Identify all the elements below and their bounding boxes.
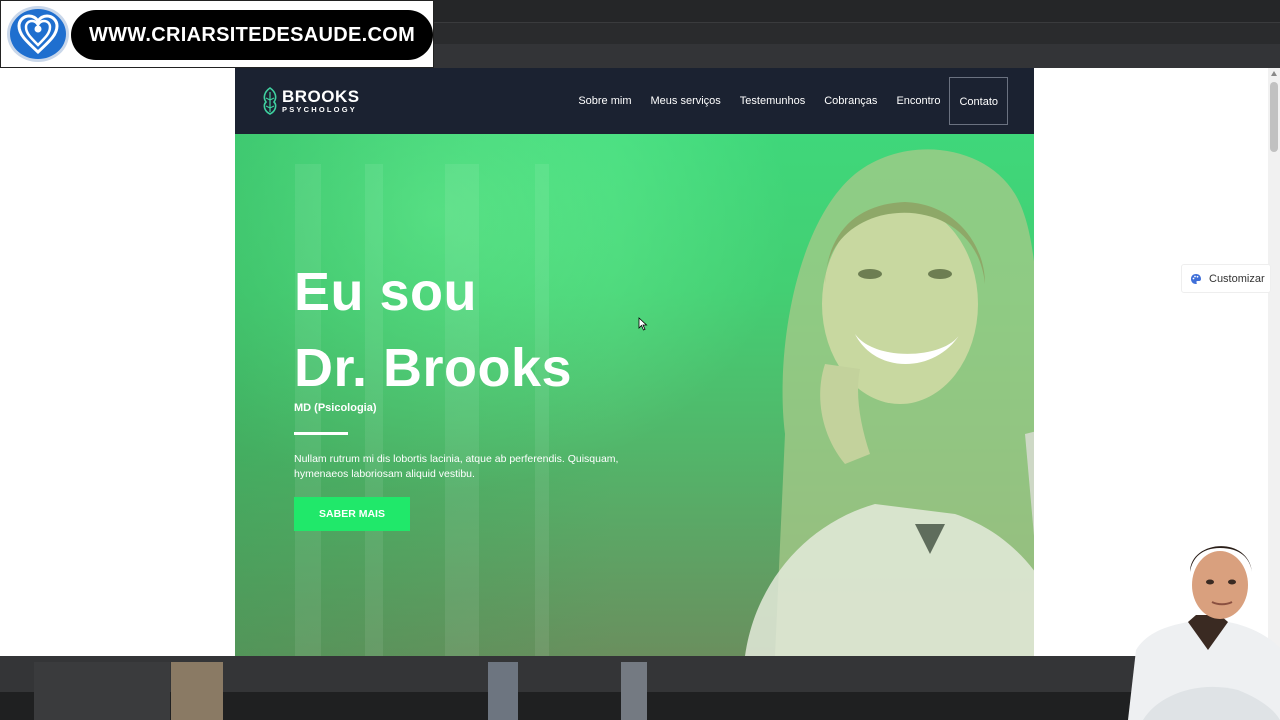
- nav-cobrancas[interactable]: Cobranças: [824, 77, 877, 125]
- presenter-video-overlay: [1128, 546, 1280, 720]
- hero-section: Eu sou Dr. Brooks MD (Psicologia) Nullam…: [235, 134, 1034, 656]
- customize-button[interactable]: Customizar: [1181, 264, 1271, 293]
- saber-mais-button[interactable]: SABER MAIS: [294, 497, 410, 531]
- nav-meus-servicos[interactable]: Meus serviços: [651, 77, 721, 125]
- nav-contato[interactable]: Contato: [949, 77, 1008, 125]
- hero-woman-photo: [745, 149, 1034, 656]
- main-menu: Sobre mim Meus serviços Testemunhos Cobr…: [559, 77, 1008, 125]
- brand-tagline: PSYCHOLOGY: [282, 105, 357, 114]
- taskbar-thumb[interactable]: [171, 662, 223, 720]
- taskbar-thumb[interactable]: [34, 662, 170, 720]
- watermark-banner: WWW.CRIARSITEDESAUDE.COM: [0, 0, 434, 68]
- site-header: BROOKS PSYCHOLOGY Sobre mim Meus serviço…: [235, 68, 1034, 134]
- nav-testemunhos[interactable]: Testemunhos: [740, 77, 805, 125]
- scrollbar-thumb[interactable]: [1270, 82, 1278, 152]
- watermark-url: WWW.CRIARSITEDESAUDE.COM: [71, 10, 433, 60]
- scroll-up-arrow-icon[interactable]: [1271, 71, 1277, 76]
- brand-name: BROOKS: [282, 87, 360, 106]
- bottom-taskbar: [0, 656, 1280, 720]
- heart-location-logo-icon: [7, 6, 69, 62]
- hero-title: Eu sou Dr. Brooks: [294, 262, 573, 398]
- nav-sobre-mim[interactable]: Sobre mim: [578, 77, 631, 125]
- customize-label: Customizar: [1209, 272, 1265, 285]
- nav-encontro[interactable]: Encontro: [896, 77, 940, 125]
- palette-icon: [1191, 273, 1201, 284]
- brand-logo[interactable]: BROOKS PSYCHOLOGY: [261, 86, 360, 116]
- leaf-brain-icon: [263, 87, 277, 115]
- top-strip: [434, 0, 1280, 22]
- mouse-pointer-icon: [638, 317, 648, 331]
- hero-description: Nullam rutrum mi dis lobortis lacinia, a…: [294, 453, 619, 480]
- website-preview: BROOKS PSYCHOLOGY Sobre mim Meus serviço…: [235, 68, 1034, 656]
- hero-subtitle: MD (Psicologia): [294, 402, 377, 414]
- top-divider: [434, 22, 1280, 23]
- hero-divider: [294, 432, 348, 435]
- top-toolbar: [434, 44, 1280, 68]
- taskbar-thumb[interactable]: [621, 662, 647, 720]
- taskbar-thumb[interactable]: [488, 662, 518, 720]
